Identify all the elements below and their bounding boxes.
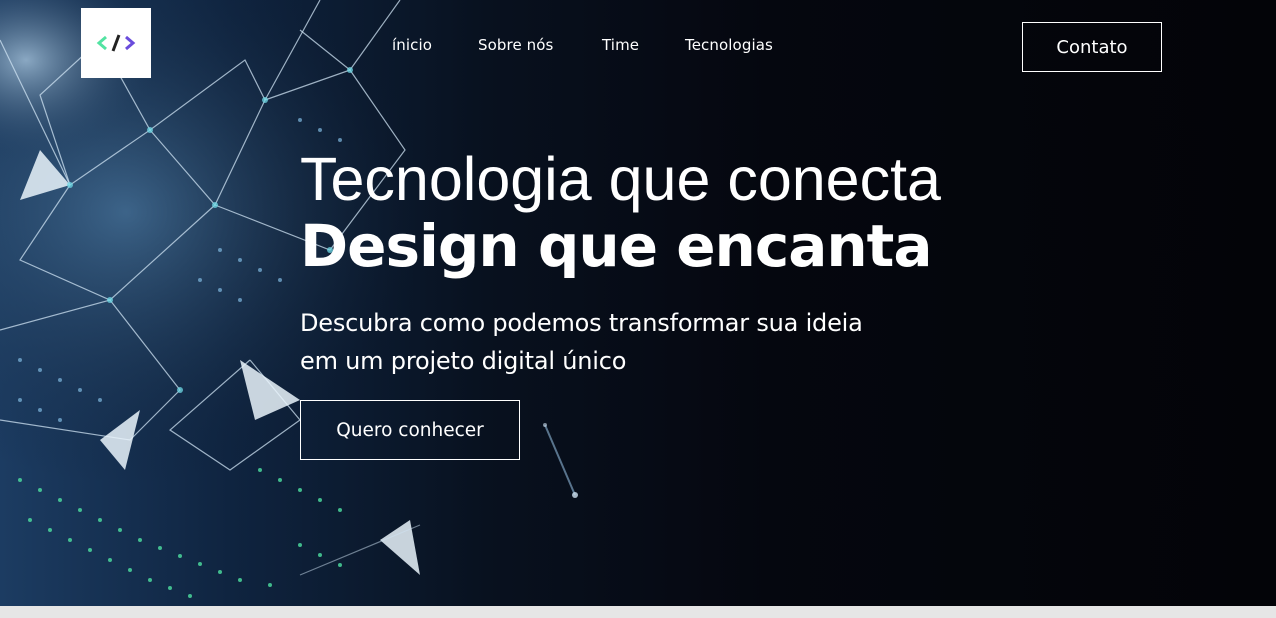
hero-subtitle: Descubra como podemos transformar sua id… [300, 304, 940, 380]
hero-title-line2: Design que encanta [300, 212, 933, 280]
hero-subtitle-line1: Descubra como podemos transformar sua id… [300, 309, 863, 337]
nav-link-tecnologias[interactable]: Tecnologias [685, 36, 773, 54]
nav-link-inicio[interactable]: ínicio [392, 36, 432, 54]
nav-link-sobre-nos[interactable]: Sobre nós [478, 36, 553, 54]
cta-button[interactable]: Quero conhecer [300, 400, 520, 460]
network-background-image [0, 0, 700, 606]
hero-subtitle-line2: em um projeto digital único [300, 347, 627, 375]
code-brackets-icon [96, 34, 136, 52]
hero-title-line1: Tecnologia que conecta [300, 145, 941, 213]
next-section-edge [0, 606, 1276, 618]
nav-link-time[interactable]: Time [602, 36, 639, 54]
logo[interactable] [81, 8, 151, 78]
hero-section: ínicio Sobre nós Time Tecnologias Contat… [0, 0, 1276, 606]
contact-button[interactable]: Contato [1022, 22, 1162, 72]
